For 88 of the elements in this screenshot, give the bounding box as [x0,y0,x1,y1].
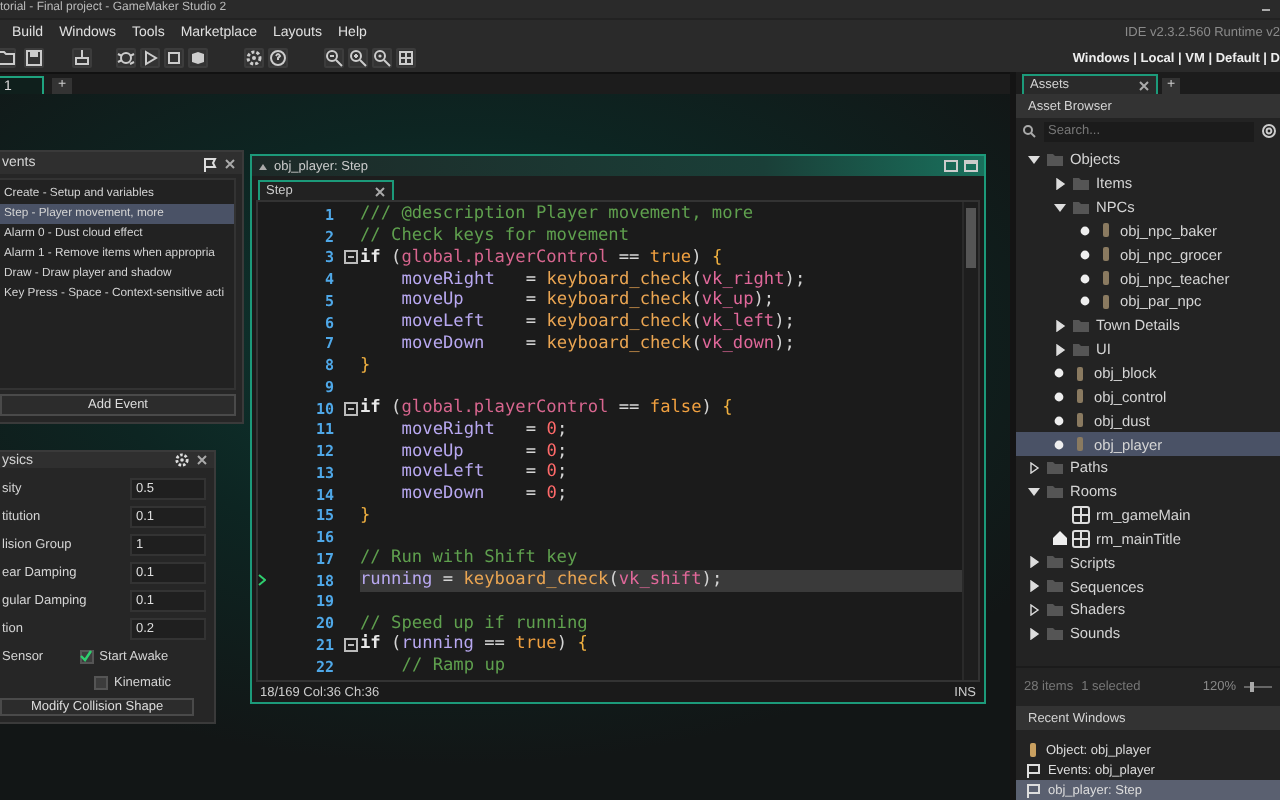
clean-button[interactable] [72,48,92,68]
grid-icon [1072,529,1090,548]
bullet-icon [1080,296,1090,307]
collapsed-arrow-icon[interactable] [1053,177,1065,190]
current-line-icon [258,574,266,587]
code-line: // Run with Shift key [360,548,580,570]
stop-button[interactable] [164,48,184,68]
save-button[interactable] [24,48,44,68]
gear-button[interactable] [244,48,264,68]
bullet-icon [1054,391,1064,402]
fold-icon[interactable] [344,401,358,416]
code-line: if (global.playerControl == false) { [360,397,735,419]
bullet-icon [1054,368,1064,379]
zoom-out-button[interactable] [324,48,344,68]
stop-icon [164,48,184,68]
collapsed-arrow-icon[interactable] [1053,319,1065,332]
expanded-arrow-icon[interactable] [1027,153,1039,166]
open-folder-icon [0,48,16,68]
checkbox[interactable] [79,649,94,663]
minimize-icon[interactable] [1260,3,1272,15]
open-folder-button[interactable] [0,48,16,68]
code-line: moveUp = 0; [399,440,570,462]
gear-icon[interactable] [174,452,190,468]
fold-icon[interactable] [344,250,358,265]
zoom-out-icon [324,48,344,68]
bullet-icon [1080,225,1090,236]
expanded-arrow-icon[interactable] [1053,201,1065,214]
code-line: if (running == true) { [360,634,590,656]
code-line: moveRight = keyboard_check(vk_right); [399,268,808,290]
restore-icon[interactable] [944,160,958,172]
code-line: // Ramp up [399,655,508,677]
collapsed-arrow-icon[interactable] [1027,461,1039,474]
clean-icon [72,48,92,68]
code-line: moveUp = keyboard_check(vk_up); [399,290,777,312]
close-icon[interactable] [224,157,236,169]
collapsed-arrow-icon[interactable] [1027,603,1039,616]
grid-icon [396,48,416,68]
help-icon [268,48,288,68]
debug-button[interactable] [116,48,136,68]
save-icon [24,48,44,68]
code-line: moveLeft = keyboard_check(vk_left); [399,311,797,333]
package-button[interactable] [188,48,208,68]
package-icon [188,48,208,68]
code-line: // Check keys for movement [360,225,632,247]
collapsed-arrow-icon[interactable] [1053,343,1065,356]
checkbox[interactable] [94,676,108,690]
code-line: if (global.playerControl == true) { [360,247,725,269]
collapsed-arrow-icon[interactable] [1027,627,1039,640]
close-icon[interactable] [1138,79,1150,91]
scrollbar-thumb[interactable] [966,208,976,268]
gear-icon [244,48,264,68]
collapsed-arrow-icon[interactable] [1027,556,1039,569]
bullet-icon [1054,439,1064,450]
code-line: } [360,354,373,376]
play-button[interactable] [140,48,160,68]
code-line: moveDown = keyboard_check(vk_down); [399,333,797,355]
bullet-icon [1054,415,1064,426]
collapse-icon[interactable] [258,161,268,171]
zoom-in-icon [348,48,368,68]
debug-icon [116,48,136,68]
code-line: /// @description Player movement, more [360,204,756,226]
flag-icon [1026,782,1042,798]
flag-icon[interactable] [202,155,218,171]
expanded-arrow-icon[interactable] [1027,485,1039,498]
play-icon [140,48,160,68]
collapsed-arrow-icon[interactable] [1027,580,1039,593]
code-line: } [360,505,373,527]
help-button[interactable] [268,48,288,68]
zoom-reset-button[interactable] [372,48,392,68]
sprite-icon [1026,742,1040,758]
maximize-icon[interactable] [964,160,978,172]
close-icon[interactable] [196,454,208,466]
search-icon [1022,124,1036,138]
flag-icon [1026,762,1042,778]
zoom-slider[interactable] [1244,682,1272,692]
code-line: moveLeft = 0; [399,462,570,484]
grid-button[interactable] [396,48,416,68]
fold-icon[interactable] [344,637,358,652]
code-line: // Speed up if running [360,612,590,634]
zoom-reset-icon [372,48,392,68]
code-line: moveRight = 0; [399,419,570,441]
check-icon [80,650,93,662]
code-line: moveDown = 0; [399,483,570,505]
zoom-in-button[interactable] [348,48,368,68]
bullet-icon [1080,273,1090,284]
grid-icon [1072,506,1090,525]
close-icon[interactable] [374,185,386,197]
bullet-icon [1080,249,1090,260]
